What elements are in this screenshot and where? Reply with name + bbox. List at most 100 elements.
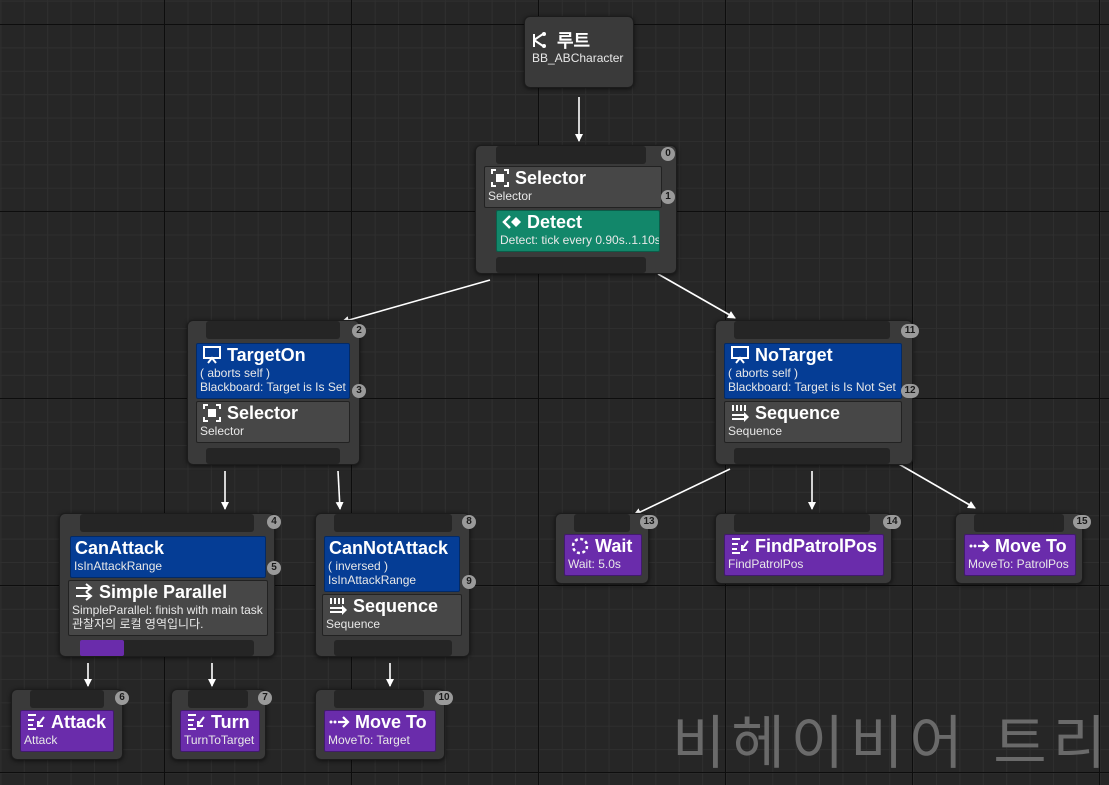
sequence-patrol-card[interactable]: Sequence Sequence (724, 401, 902, 443)
turn-task-node[interactable]: Turn TurnToTarget 7 (171, 689, 272, 760)
blackboard-icon (201, 345, 223, 365)
selector-target-subtitle: Selector (200, 424, 245, 438)
attack-index-badge: 6 (115, 691, 129, 705)
move-to-patrol-card[interactable]: Move To MoveTo: PatrolPos (964, 534, 1076, 576)
attack-subtitle: Attack (24, 733, 58, 747)
move-to-target-task-node[interactable]: Move To MoveTo: Target 10 (315, 689, 453, 760)
wait-task-node[interactable]: Wait Wait: 5.0s 13 (555, 513, 658, 584)
sequence-icon (729, 403, 751, 423)
can-not-attack-line1: ( inversed ) (328, 559, 389, 573)
find-patrol-pos-index-badge: 14 (883, 515, 901, 529)
selector-main-index-badge: 0 (661, 147, 675, 161)
target-on-title: TargetOn (227, 344, 306, 365)
selector-icon (201, 403, 223, 423)
turn-index-badge: 7 (258, 691, 272, 705)
service-icon (501, 212, 523, 232)
find-patrol-pos-card[interactable]: FindPatrolPos FindPatrolPos (724, 534, 884, 576)
find-patrol-pos-subtitle: FindPatrolPos (728, 557, 804, 571)
detect-service-card[interactable]: Detect Detect: tick every 0.90s..1.10s (496, 210, 660, 252)
selector-icon (489, 168, 511, 188)
move-to-patrol-title: Move To (995, 535, 1067, 556)
target-on-deco-index-badge: 3 (352, 384, 366, 398)
connection-wires (84, 97, 976, 687)
move-to-patrol-task-node[interactable]: Move To MoveTo: PatrolPos 15 (955, 513, 1091, 584)
attack-task-node[interactable]: Attack Attack 6 (11, 689, 129, 760)
can-attack-node[interactable]: CanAttack IsInAttackRange Simple Paralle… (59, 513, 281, 657)
target-on-decorator[interactable]: TargetOn ( aborts self ) Blackboard: Tar… (196, 343, 350, 399)
target-on-index-badge: 2 (352, 324, 366, 338)
can-not-attack-title: CanNotAttack (329, 537, 449, 558)
wire-notarget-wait (633, 468, 731, 516)
task-icon (729, 536, 751, 556)
tree-branch-icon (531, 31, 551, 49)
can-not-attack-node[interactable]: CanNotAttack ( inversed ) IsInAttackRang… (315, 513, 476, 657)
turn-card[interactable]: Turn TurnToTarget (180, 710, 260, 752)
parallel-icon (73, 582, 95, 602)
can-attack-decorator[interactable]: CanAttack IsInAttackRange (70, 536, 266, 578)
move-to-patrol-subtitle: MoveTo: PatrolPos (968, 557, 1069, 571)
task-icon (185, 712, 207, 732)
selector-target-card[interactable]: Selector Selector (196, 401, 350, 443)
no-target-index-badge: 11 (901, 324, 919, 338)
target-on-line1: ( aborts self ) (200, 366, 271, 380)
turn-subtitle: TurnToTarget (184, 733, 255, 747)
can-not-attack-decorator[interactable]: CanNotAttack ( inversed ) IsInAttackRang… (324, 536, 460, 592)
no-target-node[interactable]: NoTarget ( aborts self ) Blackboard: Tar… (715, 320, 919, 465)
sequence-icon (327, 596, 349, 616)
sequence-patrol-subtitle: Sequence (728, 424, 783, 438)
detect-index-badge: 1 (661, 190, 675, 204)
target-on-node[interactable]: TargetOn ( aborts self ) Blackboard: Tar… (187, 320, 366, 465)
wait-subtitle: Wait: 5.0s (568, 557, 621, 571)
simple-parallel-line1: SimpleParallel: finish with main task (72, 603, 263, 617)
detect-subtitle: Detect: tick every 0.90s..1.10s (500, 233, 660, 247)
move-to-target-title: Move To (355, 711, 427, 732)
move-to-icon (329, 712, 351, 732)
attack-title: Attack (51, 711, 107, 732)
wait-title: Wait (595, 535, 633, 556)
selector-main-node[interactable]: Selector Selector Detect Detect: tick ev… (475, 145, 677, 274)
detect-title: Detect (527, 211, 583, 232)
wire-targeton-cannotattack (335, 470, 344, 510)
selector-target-title: Selector (227, 402, 299, 423)
move-to-patrol-index-badge: 15 (1073, 515, 1091, 529)
can-not-attack-index-badge: 8 (462, 515, 476, 529)
wait-icon (569, 536, 591, 556)
root-node[interactable]: 루트 BB_ABCharacter (524, 16, 634, 88)
no-target-line2: Blackboard: Target is Is Not Set (728, 380, 896, 394)
target-on-line2: Blackboard: Target is Is Set (200, 380, 346, 394)
wire-selector-notarget (657, 273, 736, 319)
move-to-target-subtitle: MoveTo: Target (328, 733, 410, 747)
wire-selector-targeton (341, 279, 491, 324)
no-target-deco-index-badge: 12 (901, 384, 919, 398)
move-to-target-index-badge: 10 (435, 691, 453, 705)
can-attack-index-badge: 4 (267, 515, 281, 529)
can-attack-title: CanAttack (75, 537, 165, 558)
no-target-title: NoTarget (755, 344, 833, 365)
parallel-main-task-bar (80, 640, 124, 656)
root-subtitle: BB_ABCharacter (532, 51, 624, 65)
wait-card[interactable]: Wait Wait: 5.0s (564, 534, 642, 576)
no-target-line1: ( aborts self ) (728, 366, 799, 380)
sequence-patrol-title: Sequence (755, 402, 841, 423)
selector-main-card[interactable]: Selector Selector (484, 166, 662, 208)
no-target-decorator[interactable]: NoTarget ( aborts self ) Blackboard: Tar… (724, 343, 902, 399)
simple-parallel-title: Simple Parallel (99, 581, 228, 602)
attack-card[interactable]: Attack Attack (20, 710, 114, 752)
find-patrol-pos-task-node[interactable]: FindPatrolPos FindPatrolPos 14 (715, 513, 901, 584)
root-title: 루트 (557, 31, 591, 51)
task-icon (25, 712, 47, 732)
move-to-target-card[interactable]: Move To MoveTo: Target (324, 710, 436, 752)
sequence-chase-title: Sequence (353, 595, 439, 616)
simple-parallel-card[interactable]: Simple Parallel SimpleParallel: finish w… (68, 580, 268, 636)
behavior-tree-watermark: 비헤이비어 트리 (672, 709, 1109, 777)
can-not-attack-line2: IsInAttackRange (328, 573, 417, 587)
can-attack-deco-index-badge: 5 (267, 561, 281, 575)
sequence-chase-card[interactable]: Sequence Sequence (322, 594, 462, 636)
move-to-icon (969, 536, 991, 556)
can-attack-subtitle: IsInAttackRange (74, 559, 163, 573)
turn-title: Turn (211, 711, 250, 732)
find-patrol-pos-title: FindPatrolPos (755, 535, 878, 556)
simple-parallel-line2: 관찰자의 로컬 영역입니다. (72, 617, 204, 631)
selector-main-subtitle: Selector (488, 189, 533, 203)
wire-notarget-moveto (896, 462, 976, 509)
